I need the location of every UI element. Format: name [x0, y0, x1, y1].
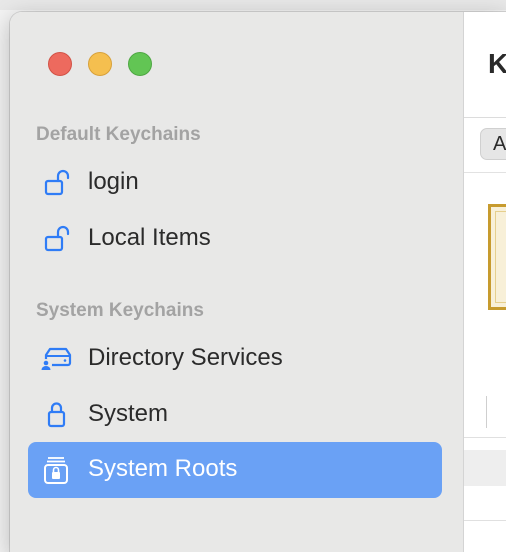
column-separator	[486, 396, 487, 428]
sidebar-item-label: Directory Services	[88, 344, 283, 371]
divider	[464, 172, 506, 173]
divider	[464, 520, 506, 521]
minimize-button[interactable]	[88, 52, 112, 76]
section-title-system-keychains: System Keychains	[36, 300, 204, 321]
directory-server-icon	[38, 343, 74, 375]
page-title: K	[488, 48, 506, 79]
unlocked-lock-icon	[38, 167, 74, 199]
toolbar-divider	[464, 117, 506, 118]
sidebar: Default Keychains login Local Items Syst…	[10, 12, 464, 552]
sidebar-item-system-roots[interactable]: System Roots	[28, 442, 442, 498]
sidebar-item-label: System Roots	[88, 455, 238, 482]
content-pane: K A	[464, 12, 506, 552]
segment-label: A	[493, 133, 506, 155]
unlocked-lock-icon	[38, 223, 74, 255]
table-row[interactable]	[464, 450, 506, 486]
sidebar-item-label: login	[88, 168, 139, 195]
zoom-button[interactable]	[128, 52, 152, 76]
sidebar-item-label: System	[88, 400, 169, 427]
stacked-lock-icon	[38, 454, 74, 486]
divider	[464, 437, 506, 438]
sidebar-item-directory-services[interactable]: Directory Services	[28, 331, 442, 387]
background-titlebar	[0, 0, 506, 10]
lock-icon	[38, 399, 74, 431]
certificate-icon	[488, 204, 506, 310]
keychain-access-window: Default Keychains login Local Items Syst…	[10, 12, 506, 552]
section-title-default-keychains: Default Keychains	[36, 124, 201, 145]
sidebar-item-login[interactable]: login	[28, 155, 442, 211]
close-button[interactable]	[48, 52, 72, 76]
sidebar-item-system[interactable]: System	[28, 387, 442, 443]
category-segment-control[interactable]: A	[480, 128, 506, 160]
sidebar-item-local-items[interactable]: Local Items	[28, 211, 442, 267]
sidebar-item-label: Local Items	[88, 224, 211, 251]
